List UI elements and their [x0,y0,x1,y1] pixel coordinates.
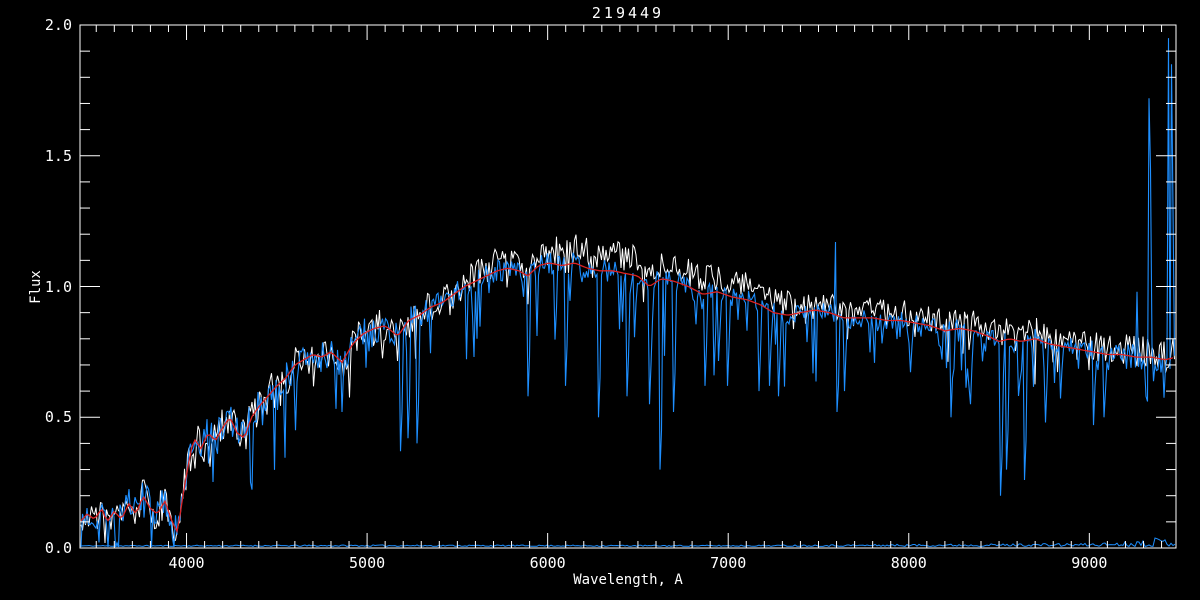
y-axis-label: Flux [28,269,44,304]
x-axis-label: Wavelength, A [573,572,683,588]
x-tick-label: 4000 [168,554,205,572]
y-tick-label: 1.0 [44,277,72,296]
chart-title: 219449 [591,4,665,22]
y-tick-label: 0.5 [44,408,72,427]
x-tick-label: 9000 [1071,554,1108,572]
y-tick-label: 1.5 [44,146,72,165]
y-tick-label: 2.0 [44,16,72,34]
chart-canvas [79,24,1177,549]
x-tick-label: 6000 [529,554,566,572]
series-sky-baseline [81,537,1176,548]
x-tick-label: 8000 [890,554,927,572]
x-tick-label: 5000 [349,554,386,572]
spectrum-plot: 219449 Wavelength, A Flux 4000 5000 6000… [0,0,1200,600]
series-calibrated-spectrum [80,38,1176,548]
y-tick-label: 0.0 [44,539,72,557]
axes-box [79,24,1177,549]
series-model-fit [80,262,1174,534]
x-tick-label: 7000 [710,554,747,572]
